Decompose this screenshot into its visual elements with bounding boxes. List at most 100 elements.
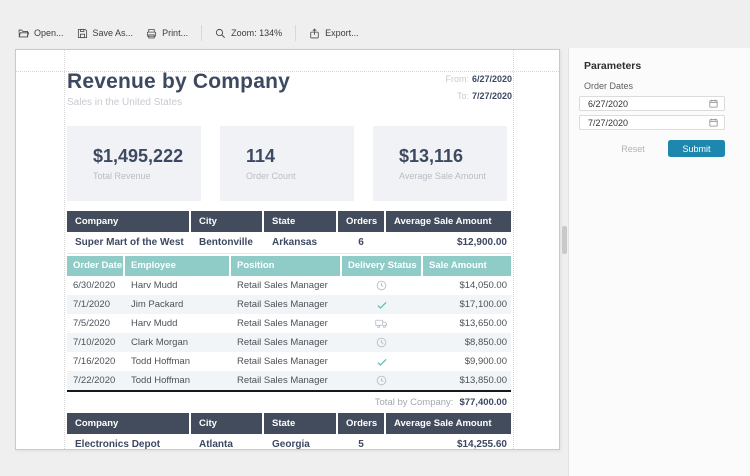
total-by-company-label: Total by Company:	[375, 397, 454, 408]
open-button-label: Open...	[34, 28, 64, 38]
table-row: 7/10/2020 Clark Morgan Retail Sales Mana…	[67, 333, 511, 352]
check-icon	[342, 352, 421, 371]
column-header: State	[264, 211, 336, 232]
company-orders: 6	[338, 232, 384, 253]
document-preview-area: Revenue by Company Sales in the United S…	[0, 48, 568, 476]
column-header: Order Date	[67, 256, 123, 276]
sale-amount: $13,850.00	[423, 371, 511, 390]
date-to-field[interactable]	[579, 115, 725, 130]
date-from-input[interactable]	[580, 99, 709, 109]
column-header: Company	[67, 413, 189, 434]
check-icon	[342, 295, 421, 314]
table-row: 7/16/2020 Todd Hoffman Retail Sales Mana…	[67, 352, 511, 371]
sale-amount: $8,850.00	[423, 333, 511, 352]
printer-icon	[146, 28, 157, 39]
average-sale-value: $13,116	[399, 146, 507, 167]
print-button-label: Print...	[162, 28, 188, 38]
calendar-icon[interactable]	[709, 99, 718, 108]
company-city: Bentonville	[191, 232, 262, 253]
total-revenue-label: Total Revenue	[93, 171, 201, 181]
summary-card-order-count: 114 Order Count	[220, 126, 354, 201]
company-state: Arkansas	[264, 232, 336, 253]
column-header: Employee	[125, 256, 229, 276]
magnifier-icon	[215, 28, 226, 39]
position: Retail Sales Manager	[231, 276, 340, 295]
toolbar: Open... Save As... Print... Zoom: 134% E…	[18, 22, 359, 44]
toolbar-divider	[295, 25, 296, 41]
group-total-row: Total by Company: $77,400.00	[67, 392, 511, 412]
sale-amount: $13,650.00	[423, 314, 511, 333]
print-button[interactable]: Print...	[146, 28, 188, 39]
table-row: 6/30/2020 Harv Mudd Retail Sales Manager…	[67, 276, 511, 295]
parameters-panel: Parameters Order Dates Reset Submit	[568, 48, 750, 476]
page-margin-line-left	[64, 50, 65, 449]
parameters-title: Parameters	[584, 60, 641, 72]
open-button[interactable]: Open...	[18, 28, 64, 39]
submit-button[interactable]: Submit	[668, 140, 725, 157]
order-date: 7/16/2020	[67, 352, 123, 371]
export-icon	[309, 28, 320, 39]
date-to-input[interactable]	[580, 118, 709, 128]
summary-card-total-revenue: $1,495,222 Total Revenue	[67, 126, 201, 201]
calendar-icon[interactable]	[709, 118, 718, 127]
company-table-header: Company City State Orders Average Sale A…	[67, 413, 511, 434]
column-header: Delivery Status	[342, 256, 421, 276]
order-dates-label: Order Dates	[584, 81, 633, 91]
employee: Jim Packard	[125, 295, 229, 314]
column-header: Position	[231, 256, 340, 276]
order-date: 7/10/2020	[67, 333, 123, 352]
sale-amount: $17,100.00	[423, 295, 511, 314]
employee: Harv Mudd	[125, 314, 229, 333]
from-label: From:	[445, 74, 469, 84]
clock-icon	[342, 276, 421, 295]
column-header: Average Sale Amount	[386, 211, 511, 232]
zoom-button[interactable]: Zoom: 134%	[215, 28, 282, 39]
column-header: Average Sale Amount	[386, 413, 511, 434]
date-from-field[interactable]	[579, 96, 725, 111]
clock-icon	[342, 371, 421, 390]
order-date: 7/1/2020	[67, 295, 123, 314]
company-orders: 5	[338, 434, 384, 450]
company-name: Electronics Depot	[67, 434, 189, 450]
position: Retail Sales Manager	[231, 352, 340, 371]
position: Retail Sales Manager	[231, 295, 340, 314]
employee: Todd Hoffman	[125, 371, 229, 390]
order-date: 7/22/2020	[67, 371, 123, 390]
export-button[interactable]: Export...	[309, 28, 359, 39]
save-icon	[77, 28, 88, 39]
sale-amount: $9,900.00	[423, 352, 511, 371]
table-row: 7/22/2020 Todd Hoffman Retail Sales Mana…	[67, 371, 511, 390]
report-header: Revenue by Company Sales in the United S…	[67, 70, 512, 108]
date-range-from: From:6/27/2020	[445, 71, 512, 88]
total-revenue-value: $1,495,222	[93, 146, 201, 167]
company-city: Atlanta	[191, 434, 262, 450]
column-header: City	[191, 211, 262, 232]
order-count-value: 114	[246, 146, 354, 167]
page-margin-line-right	[513, 50, 514, 449]
summary-cards: $1,495,222 Total Revenue 114 Order Count…	[67, 126, 507, 201]
date-range-to: To:7/27/2020	[445, 88, 512, 105]
reset-button[interactable]: Reset	[609, 140, 657, 157]
column-header: Orders	[338, 413, 384, 434]
order-date: 7/5/2020	[67, 314, 123, 333]
report-page: Revenue by Company Sales in the United S…	[15, 49, 560, 450]
order-date: 6/30/2020	[67, 276, 123, 295]
position: Retail Sales Manager	[231, 371, 340, 390]
to-value: 7/27/2020	[472, 91, 512, 101]
to-label: To:	[457, 91, 469, 101]
company-summary-row: Electronics Depot Atlanta Georgia 5 $14,…	[67, 434, 511, 450]
column-header: Sale Amount	[423, 256, 511, 276]
position: Retail Sales Manager	[231, 333, 340, 352]
folder-open-icon	[18, 28, 29, 39]
report-tables: Company City State Orders Average Sale A…	[67, 211, 511, 450]
vertical-scrollbar-thumb[interactable]	[562, 226, 567, 254]
truck-icon	[342, 314, 421, 333]
clock-icon	[342, 333, 421, 352]
export-button-label: Export...	[325, 28, 359, 38]
column-header: City	[191, 413, 262, 434]
save-as-button[interactable]: Save As...	[77, 28, 134, 39]
position: Retail Sales Manager	[231, 314, 340, 333]
column-header: Company	[67, 211, 189, 232]
column-header: Orders	[338, 211, 384, 232]
employee: Todd Hoffman	[125, 352, 229, 371]
